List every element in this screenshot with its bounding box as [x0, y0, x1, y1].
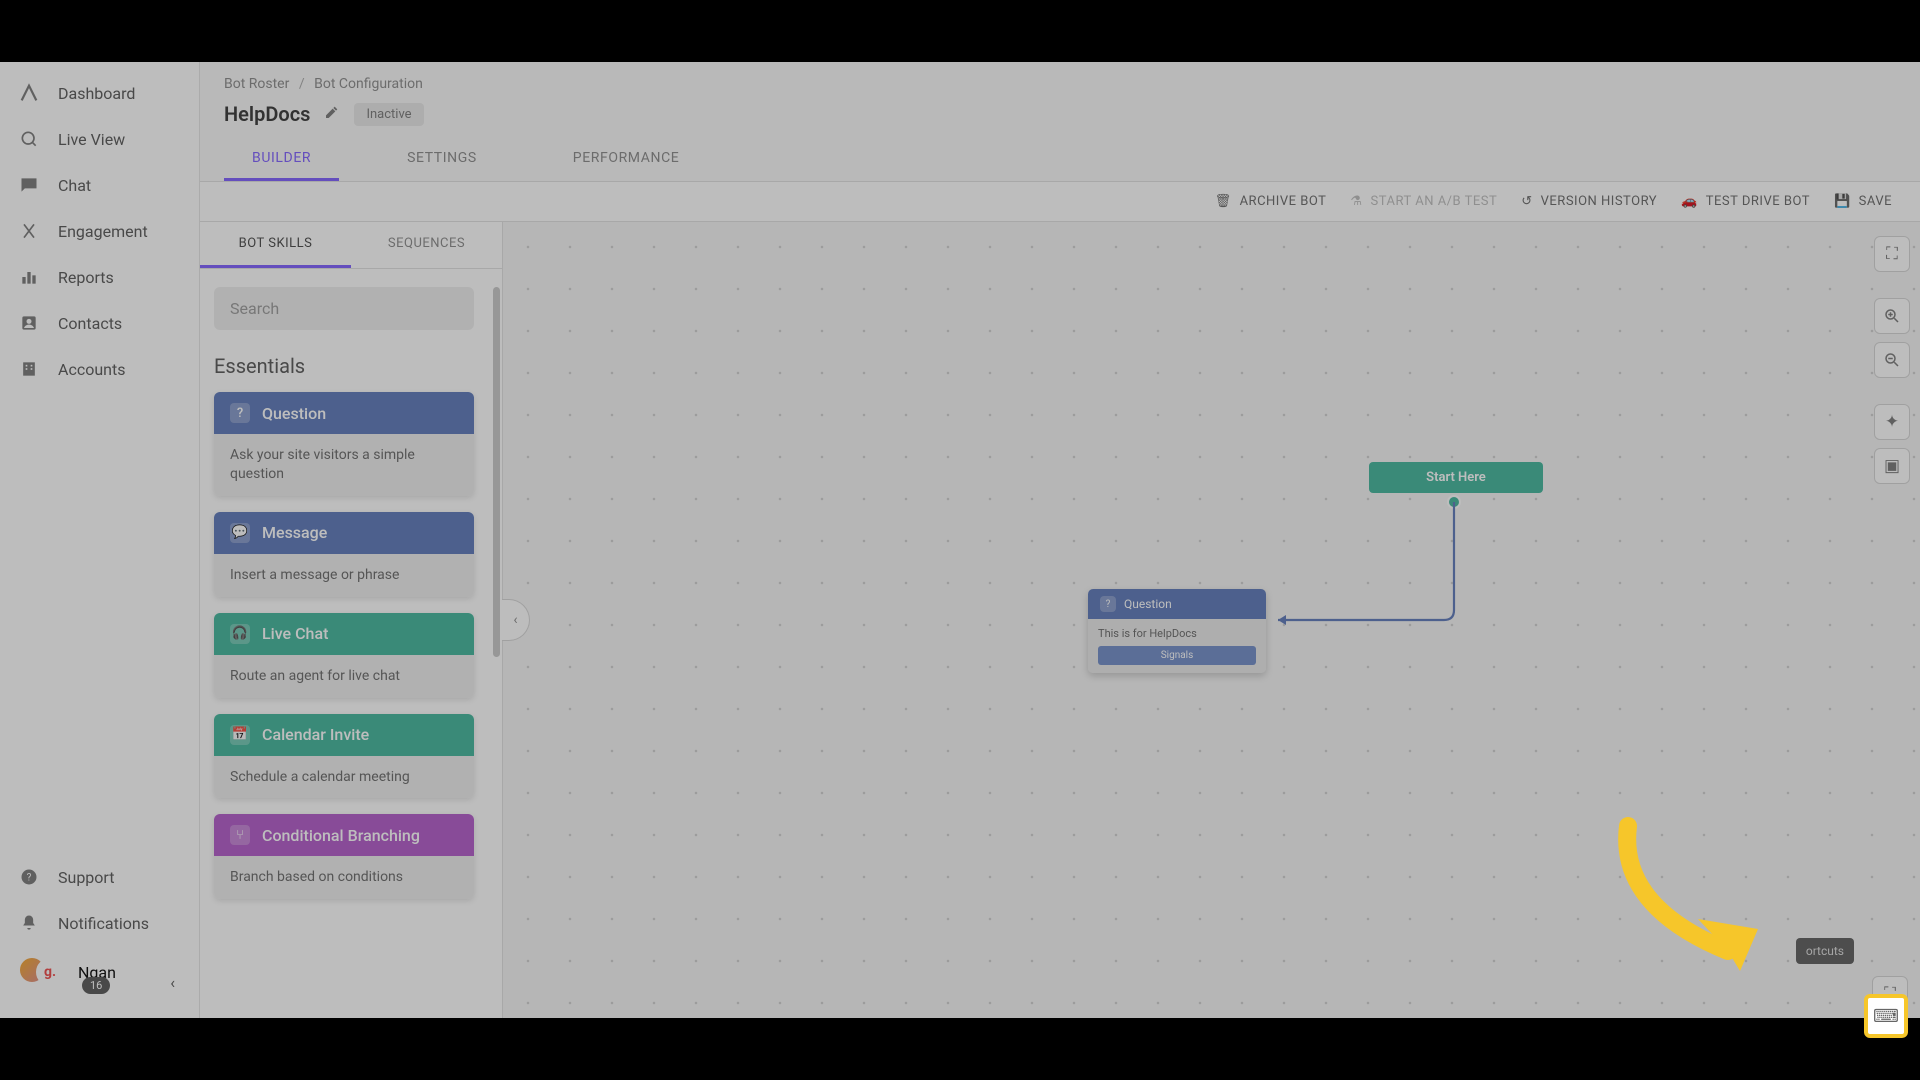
save-icon: 💾 [1834, 194, 1851, 209]
branch-icon: ⑂ [230, 825, 250, 845]
sidebar-item-dashboard[interactable]: Dashboard [0, 70, 199, 116]
notification-badge: 16 [82, 977, 110, 994]
builder-toolbar: 🗑ARCHIVE BOT ⚗START AN A/B TEST ↺VERSION… [200, 182, 1920, 222]
edit-icon[interactable] [324, 104, 340, 124]
breadcrumb-current: Bot Configuration [314, 76, 423, 92]
sidebar-item-notifications[interactable]: Notifications [0, 900, 199, 946]
sidebar-label: Accounts [58, 360, 125, 379]
connector-line [1263, 495, 1463, 635]
version-history-button[interactable]: ↺VERSION HISTORY [1521, 194, 1657, 209]
status-badge: Inactive [354, 103, 423, 126]
sidebar-item-engagement[interactable]: Engagement [0, 208, 199, 254]
engagement-icon [18, 220, 40, 242]
shortcuts-tooltip: ortcuts [1796, 938, 1854, 964]
start-node[interactable]: Start Here [1369, 462, 1543, 493]
tab-performance[interactable]: PERFORMANCE [545, 136, 708, 181]
flask-icon: ⚗ [1350, 194, 1362, 209]
scrollbar[interactable] [493, 287, 500, 657]
fit-view-button[interactable]: ▣ [1874, 448, 1910, 484]
sidebar-label: Contacts [58, 314, 122, 333]
sidebar-label: Chat [58, 176, 91, 195]
contact-icon [18, 312, 40, 334]
sidebar-item-chat[interactable]: Chat [0, 162, 199, 208]
search-input[interactable] [214, 287, 474, 330]
sidebar-label: Engagement [58, 222, 148, 241]
zoom-in-button[interactable] [1874, 298, 1910, 334]
save-button[interactable]: 💾SAVE [1834, 194, 1892, 209]
sidebar-label: Live View [58, 130, 125, 149]
test-drive-button[interactable]: 🚗TEST DRIVE BOT [1681, 194, 1810, 209]
car-icon: 🚗 [1681, 194, 1698, 209]
zoom-out-button[interactable] [1874, 342, 1910, 378]
help-icon: ? [18, 866, 40, 888]
archive-icon: 🗑 [1215, 194, 1232, 209]
sidebar-label: Notifications [58, 914, 149, 933]
flow-canvas[interactable]: ‹ ⛶ ✦ ▣ Start Here ?Question [503, 222, 1920, 1018]
user-menu[interactable]: g. Ngan 16 [0, 946, 199, 998]
sidebar-item-support[interactable]: ? Support [0, 854, 199, 900]
question-icon: ? [1100, 596, 1116, 612]
question-icon: ? [230, 403, 250, 423]
building-icon [18, 358, 40, 380]
sidebar-label: Support [58, 868, 114, 887]
skill-livechat[interactable]: 🎧Live Chat Route an agent for live chat [214, 613, 474, 698]
start-node-dot[interactable] [1447, 495, 1461, 509]
tab-settings[interactable]: SETTINGS [379, 136, 505, 181]
sidebar-item-reports[interactable]: Reports [0, 254, 199, 300]
breadcrumb-root[interactable]: Bot Roster [224, 76, 289, 92]
headset-icon: 🎧 [230, 624, 250, 644]
svg-text:?: ? [27, 872, 32, 883]
breadcrumb: Bot Roster / Bot Configuration [200, 62, 1920, 98]
page-title: HelpDocs [224, 102, 310, 126]
chevron-left-icon[interactable]: ‹ [170, 973, 175, 992]
panel-collapse-button[interactable]: ‹ [502, 599, 530, 641]
sidebar-item-contacts[interactable]: Contacts [0, 300, 199, 346]
skill-question[interactable]: ?Question Ask your site visitors a simpl… [214, 392, 474, 496]
history-icon: ↺ [1521, 194, 1532, 209]
archive-button[interactable]: 🗑ARCHIVE BOT [1215, 194, 1327, 209]
sidebar-item-liveview[interactable]: Live View [0, 116, 199, 162]
ab-test-button[interactable]: ⚗START AN A/B TEST [1350, 194, 1497, 209]
skill-branch[interactable]: ⑂Conditional Branching Branch based on c… [214, 814, 474, 899]
sidebar-item-accounts[interactable]: Accounts [0, 346, 199, 392]
section-heading: Essentials [214, 354, 488, 378]
logo-icon [18, 82, 40, 104]
sidebar: Dashboard Live View Chat Engagement Repo… [0, 62, 200, 1018]
bar-chart-icon [18, 266, 40, 288]
question-node-signals[interactable]: Signals [1098, 646, 1256, 665]
panel-tab-skills[interactable]: BOT SKILLS [200, 222, 351, 268]
chat-icon [18, 174, 40, 196]
keyboard-shortcuts-button[interactable]: ⌨ [1864, 994, 1908, 1038]
skills-panel: BOT SKILLS SEQUENCES Essentials ?Questio… [200, 222, 503, 1018]
sidebar-label: Reports [58, 268, 114, 287]
avatar: g. [18, 956, 64, 988]
skill-calendar[interactable]: 📅Calendar Invite Schedule a calendar mee… [214, 714, 474, 799]
bell-icon [18, 912, 40, 934]
skill-message[interactable]: 💬Message Insert a message or phrase [214, 512, 474, 597]
message-icon: 💬 [230, 523, 250, 543]
main-tabs: BUILDER SETTINGS PERFORMANCE [200, 136, 1920, 182]
sidebar-label: Dashboard [58, 84, 135, 103]
auto-layout-button[interactable]: ✦ [1874, 404, 1910, 440]
tab-builder[interactable]: BUILDER [224, 136, 339, 181]
calendar-icon: 📅 [230, 725, 250, 745]
question-node-body: This is for HelpDocs [1098, 627, 1256, 640]
panel-tab-sequences[interactable]: SEQUENCES [351, 222, 502, 268]
question-node[interactable]: ?Question This is for HelpDocs Signals [1088, 589, 1266, 673]
globe-icon [18, 128, 40, 150]
fullscreen-button[interactable]: ⛶ [1874, 236, 1910, 272]
